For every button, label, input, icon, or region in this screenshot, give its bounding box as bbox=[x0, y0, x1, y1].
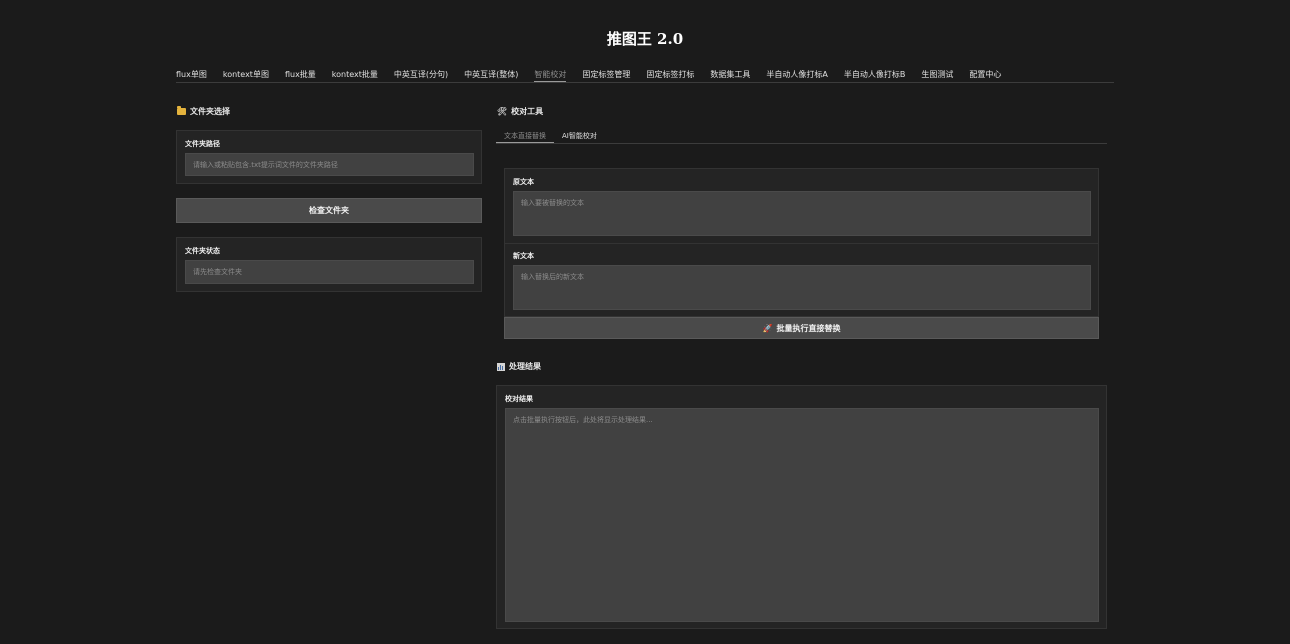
folder-path-input[interactable] bbox=[185, 153, 474, 176]
wrench-icon: 🛠 bbox=[497, 107, 508, 116]
tab-translate-whole[interactable]: 中英互译(整体) bbox=[464, 66, 518, 81]
replace-panel: 原文本 新文本 bbox=[504, 168, 1099, 317]
tab-generation-test[interactable]: 生图测试 bbox=[921, 66, 953, 81]
new-text-input[interactable] bbox=[513, 265, 1091, 310]
folder-select-title: 文件夹选择 bbox=[190, 107, 230, 116]
tab-portrait-label-a[interactable]: 半自动人像打标A bbox=[766, 66, 827, 81]
folder-path-label: 文件夹路径 bbox=[185, 140, 220, 148]
folder-status-field[interactable] bbox=[185, 260, 474, 284]
subtab-ai-proofread[interactable]: AI智能校对 bbox=[554, 129, 605, 142]
tab-kontext-single[interactable]: kontext单图 bbox=[223, 66, 269, 81]
folder-select-heading: 文件夹选择 bbox=[177, 106, 230, 117]
new-text-label: 新文本 bbox=[513, 252, 534, 260]
results-panel: 校对结果 bbox=[496, 385, 1107, 629]
subtab-direct-replace[interactable]: 文本直接替换 bbox=[496, 129, 554, 143]
original-text-input[interactable] bbox=[513, 191, 1091, 236]
proofread-subtabs: 文本直接替换 AI智能校对 bbox=[496, 129, 1107, 144]
run-direct-replace-button[interactable]: 🚀 批量执行直接替换 bbox=[504, 317, 1099, 339]
tab-portrait-label-b[interactable]: 半自动人像打标B bbox=[844, 66, 906, 81]
bar-chart-icon bbox=[497, 362, 505, 371]
rocket-icon: 🚀 bbox=[762, 323, 773, 333]
proofread-tools-heading: 🛠 校对工具 bbox=[497, 106, 543, 117]
tab-translate-sentence[interactable]: 中英互译(分句) bbox=[394, 66, 448, 81]
tab-flux-single[interactable]: flux单图 bbox=[176, 66, 207, 81]
results-title: 处理结果 bbox=[509, 362, 541, 371]
main-tabs: flux单图 kontext单图 flux批量 kontext批量 中英互译(分… bbox=[176, 66, 1114, 83]
tab-fixed-tag-label[interactable]: 固定标签打标 bbox=[646, 66, 694, 81]
results-heading: 处理结果 bbox=[497, 361, 541, 372]
tab-kontext-batch[interactable]: kontext批量 bbox=[332, 66, 378, 81]
app-title: 推图王 2.0 bbox=[606, 30, 684, 48]
original-text-label: 原文本 bbox=[513, 178, 534, 186]
tab-smart-proofread[interactable]: 智能校对 bbox=[534, 66, 567, 82]
check-folder-button[interactable]: 检查文件夹 bbox=[176, 198, 482, 223]
folder-status-panel: 文件夹状态 bbox=[176, 237, 482, 292]
proofread-tools-title: 校对工具 bbox=[511, 107, 544, 116]
result-label: 校对结果 bbox=[505, 395, 533, 403]
folder-status-label: 文件夹状态 bbox=[185, 247, 220, 255]
folder-path-panel: 文件夹路径 bbox=[176, 130, 482, 184]
tab-config-center[interactable]: 配置中心 bbox=[969, 66, 1001, 81]
divider bbox=[505, 243, 1098, 244]
tab-fixed-tag-manage[interactable]: 固定标签管理 bbox=[582, 66, 630, 81]
tab-dataset-tools[interactable]: 数据集工具 bbox=[710, 66, 750, 81]
result-output[interactable] bbox=[505, 408, 1099, 622]
tab-flux-batch[interactable]: flux批量 bbox=[285, 66, 316, 81]
folder-icon bbox=[177, 106, 186, 115]
run-direct-replace-label: 批量执行直接替换 bbox=[776, 323, 841, 333]
